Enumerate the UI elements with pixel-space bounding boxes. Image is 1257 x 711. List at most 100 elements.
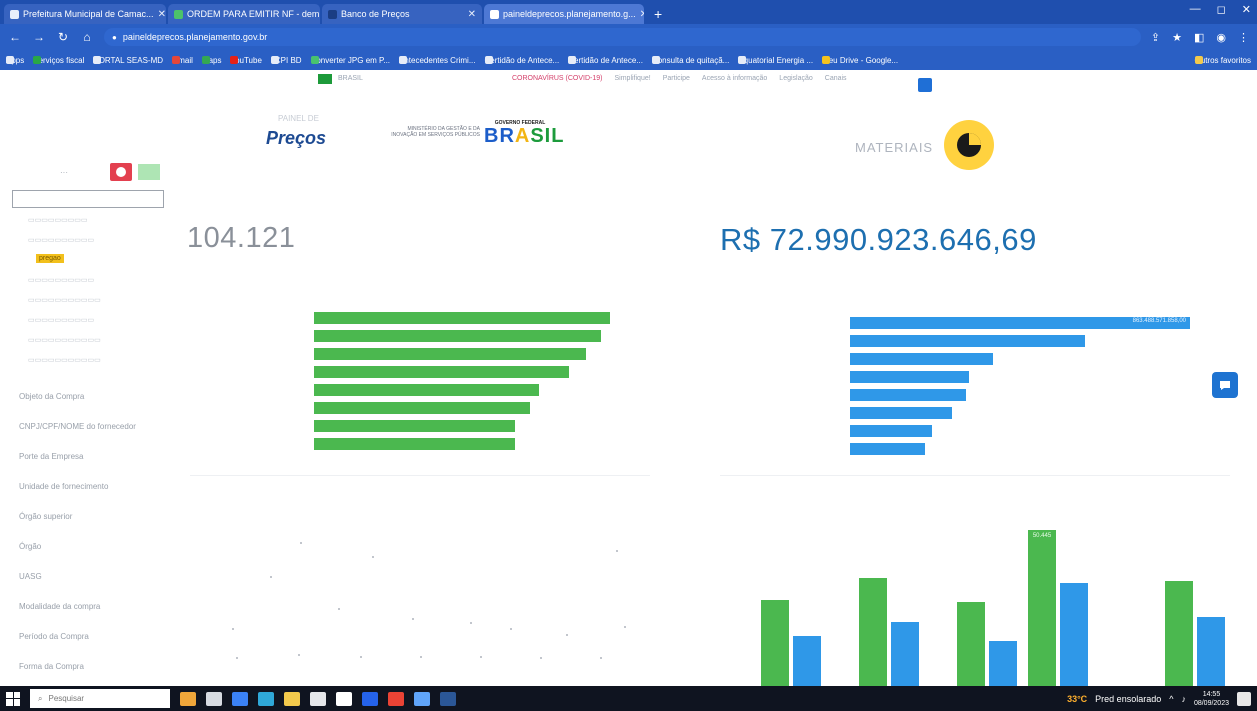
home-icon[interactable]: ⌂ bbox=[80, 30, 94, 44]
browser-tab-2[interactable]: ORDEM PARA EMITIR NF - dem... ✕ bbox=[168, 4, 320, 24]
forward-arrow-icon[interactable]: → bbox=[32, 30, 46, 44]
gov-link[interactable]: Legislação bbox=[779, 75, 812, 82]
tray-chevron-icon[interactable]: ^ bbox=[1169, 694, 1173, 704]
other-bookmarks[interactable]: Outros favoritos bbox=[1194, 56, 1251, 65]
file-explorer-icon[interactable] bbox=[284, 691, 300, 706]
sidepanel-icon[interactable]: ◧ bbox=[1194, 31, 1204, 44]
bar[interactable] bbox=[314, 384, 539, 396]
profile-icon[interactable]: ◉ bbox=[1216, 31, 1226, 44]
word-icon[interactable] bbox=[440, 691, 456, 706]
browser-tab-1[interactable]: Prefeitura Municipal de Camac... ✕ bbox=[4, 4, 166, 24]
photos-icon[interactable] bbox=[414, 691, 430, 706]
filter-orgao-superior[interactable]: Órgão superior bbox=[19, 512, 72, 521]
bar[interactable] bbox=[314, 402, 531, 414]
new-tab-button[interactable]: + bbox=[646, 4, 670, 24]
bookmark-item[interactable]: Consulta de quitaçã... bbox=[651, 56, 729, 65]
filter-fornecedor[interactable]: CNPJ/CPF/NOME do fornecedor bbox=[19, 422, 136, 431]
bar[interactable]: 863.488.571.858,00 bbox=[850, 317, 1190, 329]
taskbar-search-input[interactable]: ⌕ Pesquisar bbox=[30, 689, 170, 708]
bookmark-item[interactable]: Maps bbox=[201, 56, 221, 65]
bookmark-item[interactable]: Equatorial Energia ... bbox=[738, 56, 813, 65]
bar[interactable] bbox=[314, 420, 516, 432]
menu-kebab-icon[interactable]: ⋮ bbox=[1238, 31, 1249, 44]
store-icon[interactable] bbox=[310, 691, 326, 706]
bar[interactable] bbox=[859, 578, 887, 686]
bookmark-item[interactable]: Antecedentes Crimi... bbox=[399, 56, 476, 65]
pin-app-icon[interactable] bbox=[232, 691, 248, 706]
filter-forma[interactable]: Forma da Compra bbox=[19, 662, 84, 671]
bar[interactable] bbox=[850, 335, 1085, 347]
close-tab-icon[interactable]: ✕ bbox=[468, 9, 476, 20]
bar[interactable] bbox=[989, 640, 1017, 686]
mail-icon[interactable] bbox=[336, 691, 352, 706]
filter-tag-pregao[interactable]: pregao bbox=[36, 254, 64, 263]
browser-tab-3[interactable]: Banco de Preços ✕ bbox=[322, 4, 482, 24]
filter-objeto[interactable]: Objeto da Compra bbox=[19, 392, 84, 401]
weather-temp[interactable]: 33°C bbox=[1067, 694, 1087, 704]
bar[interactable] bbox=[850, 353, 993, 365]
minimize-button[interactable]: — bbox=[1190, 3, 1201, 16]
bar[interactable] bbox=[314, 312, 610, 324]
pie-chart-icon[interactable] bbox=[944, 120, 994, 170]
filter-modalidade[interactable]: Modalidade da compra bbox=[19, 602, 100, 611]
gov-brasil-label[interactable]: BRASIL bbox=[338, 75, 363, 82]
share-icon[interactable]: ⇪ bbox=[1151, 31, 1160, 44]
bookmark-item[interactable]: JCPI BD bbox=[270, 56, 302, 65]
bar[interactable] bbox=[1165, 581, 1193, 686]
bookmark-item[interactable]: PORTAL SEAS-MD bbox=[93, 56, 163, 65]
close-window-button[interactable]: ✕ bbox=[1242, 3, 1251, 16]
weather-text[interactable]: Pred ensolarado bbox=[1095, 694, 1161, 704]
filter-unidade[interactable]: Unidade de fornecimento bbox=[19, 482, 108, 491]
bar[interactable] bbox=[314, 366, 569, 378]
notification-icon[interactable] bbox=[1237, 691, 1251, 706]
maximize-button[interactable]: ◻ bbox=[1217, 3, 1226, 16]
gov-link[interactable]: Acesso à informação bbox=[702, 75, 767, 82]
bookmark-item[interactable]: Serviços fiscal bbox=[33, 56, 84, 65]
app-icon[interactable] bbox=[362, 691, 378, 706]
bar[interactable] bbox=[1060, 583, 1088, 686]
bar[interactable] bbox=[850, 443, 925, 455]
filter-porte[interactable]: Porte da Empresa bbox=[19, 452, 83, 461]
filter-periodo[interactable]: Período da Compra bbox=[19, 632, 89, 641]
bar[interactable] bbox=[314, 438, 516, 450]
painel-precos-logo[interactable]: Preços bbox=[266, 128, 326, 149]
bar[interactable] bbox=[761, 600, 789, 686]
filter-select[interactable] bbox=[12, 190, 164, 208]
bookmark-star-icon[interactable]: ★ bbox=[1172, 31, 1182, 44]
bookmark-item[interactable]: Apps bbox=[6, 56, 24, 65]
bar[interactable] bbox=[891, 622, 919, 686]
widgets-icon[interactable] bbox=[180, 691, 196, 706]
reload-icon[interactable]: ↻ bbox=[56, 30, 70, 44]
export-excel-button[interactable] bbox=[138, 164, 160, 180]
gov-link[interactable]: Participe bbox=[663, 75, 690, 82]
bookmark-item[interactable]: Gmail bbox=[172, 56, 193, 65]
taskbar-clock[interactable]: 14:55 08/09/2023 bbox=[1194, 690, 1229, 708]
url-input[interactable]: ● paineldeprecos.planejamento.gov.br bbox=[104, 28, 1141, 46]
task-view-icon[interactable] bbox=[206, 691, 222, 706]
bookmark-item[interactable]: Certidão de Antece... bbox=[568, 56, 643, 65]
clear-filters-button[interactable] bbox=[110, 163, 132, 181]
edge-icon[interactable] bbox=[258, 691, 274, 706]
close-tab-icon[interactable]: ✕ bbox=[640, 9, 644, 20]
gov-link-covid[interactable]: CORONAVÍRUS (COVID-19) bbox=[512, 75, 603, 82]
browser-tab-4-active[interactable]: paineldeprecos.planejamento.g... ✕ bbox=[484, 4, 644, 24]
bar[interactable] bbox=[850, 407, 952, 419]
bar[interactable] bbox=[850, 371, 969, 383]
bookmark-item[interactable]: Converter JPG em P... bbox=[310, 56, 390, 65]
bookmark-item[interactable]: YouTube bbox=[230, 56, 262, 65]
close-tab-icon[interactable]: ✕ bbox=[158, 9, 166, 20]
filter-uasg[interactable]: UASG bbox=[19, 572, 42, 581]
gov-link[interactable]: Canais bbox=[825, 75, 847, 82]
bar[interactable] bbox=[314, 348, 587, 360]
bar[interactable]: 50.445 bbox=[1028, 530, 1056, 686]
bar[interactable] bbox=[793, 636, 821, 686]
panel-menu-icon[interactable]: ··· bbox=[60, 168, 68, 177]
back-arrow-icon[interactable]: ← bbox=[8, 30, 22, 44]
feedback-button[interactable] bbox=[1212, 372, 1238, 398]
bar[interactable] bbox=[850, 425, 932, 437]
chrome-icon[interactable] bbox=[388, 691, 404, 706]
gov-link[interactable]: Simplifique! bbox=[615, 75, 651, 82]
bar[interactable] bbox=[957, 601, 985, 686]
filter-orgao[interactable]: Órgão bbox=[19, 542, 41, 551]
volume-icon[interactable]: ♪ bbox=[1181, 694, 1186, 704]
